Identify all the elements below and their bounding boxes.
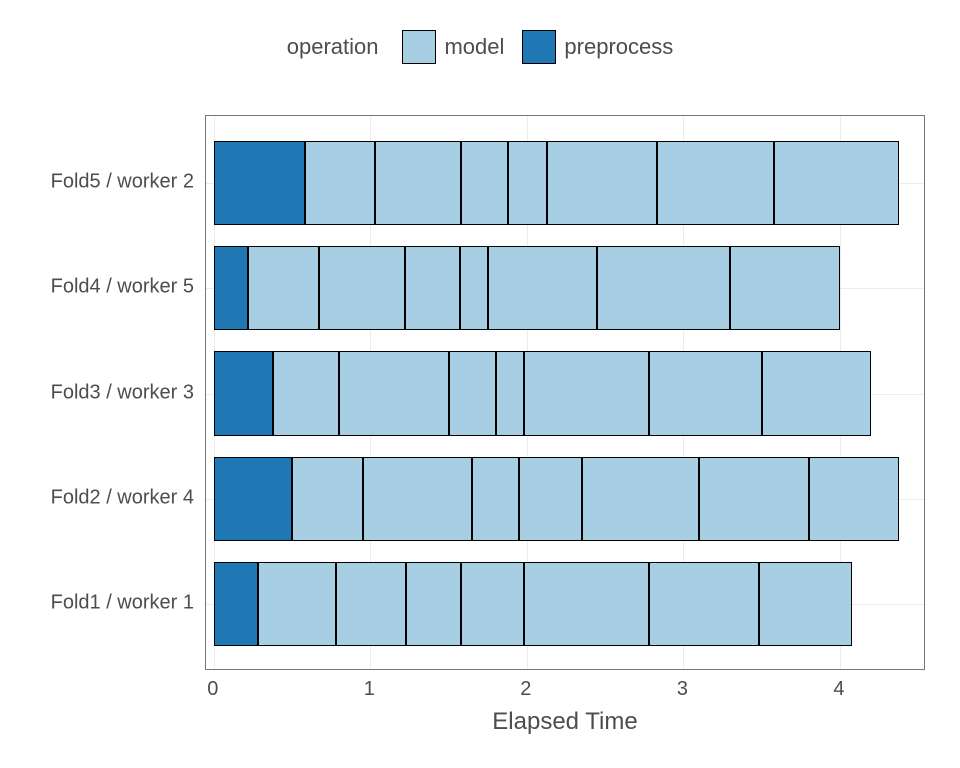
x-tick-label: 4 (833, 678, 844, 701)
segment-model (461, 141, 508, 225)
segment-model (524, 562, 649, 646)
segment-model (649, 351, 762, 435)
segment-model (248, 246, 318, 330)
x-tick-label: 3 (677, 678, 688, 701)
segment-preprocess (214, 562, 258, 646)
segment-model (730, 246, 840, 330)
segment-model (597, 246, 730, 330)
segment-model (496, 351, 524, 435)
segment-model (405, 246, 460, 330)
segment-model (258, 562, 336, 646)
legend-label: preprocess (564, 34, 673, 60)
segment-model (774, 141, 899, 225)
segment-model (524, 351, 649, 435)
segment-model (363, 457, 473, 541)
legend-label: model (444, 34, 504, 60)
segment-model (762, 351, 872, 435)
segment-model (319, 246, 405, 330)
segment-model (508, 141, 547, 225)
legend-item: model (402, 30, 504, 64)
legend-item: preprocess (522, 30, 673, 64)
segment-model (406, 562, 461, 646)
segment-preprocess (214, 141, 305, 225)
legend-swatch-preprocess (522, 30, 556, 64)
plot-panel (205, 115, 925, 670)
y-tick-label: Fold1 / worker 1 (4, 592, 194, 615)
y-tick-label: Fold3 / worker 3 (4, 381, 194, 404)
segment-model (336, 562, 406, 646)
segment-model (649, 562, 759, 646)
segment-preprocess (214, 351, 273, 435)
segment-model (472, 457, 519, 541)
segment-model (292, 457, 362, 541)
segment-model (339, 351, 449, 435)
x-axis-title: Elapsed Time (205, 708, 925, 736)
legend-title: operation (287, 34, 379, 60)
y-tick-label: Fold2 / worker 4 (4, 486, 194, 509)
segment-model (375, 141, 461, 225)
x-tick-label: 2 (520, 678, 531, 701)
y-tick-label: Fold4 / worker 5 (4, 276, 194, 299)
segment-model (461, 562, 524, 646)
segment-model (759, 562, 853, 646)
segment-model (809, 457, 900, 541)
segment-model (657, 141, 774, 225)
segment-model (488, 246, 598, 330)
y-tick-label: Fold5 / worker 2 (4, 170, 194, 193)
segment-model (273, 351, 339, 435)
segment-model (582, 457, 699, 541)
segment-model (699, 457, 809, 541)
segment-model (449, 351, 496, 435)
segment-model (305, 141, 375, 225)
segment-preprocess (214, 246, 248, 330)
legend-swatch-model (402, 30, 436, 64)
segment-preprocess (214, 457, 292, 541)
segment-model (460, 246, 488, 330)
legend: operation model preprocess (0, 30, 960, 64)
x-tick-label: 1 (364, 678, 375, 701)
segment-model (547, 141, 657, 225)
segment-model (519, 457, 582, 541)
chart-container: operation model preprocess Fold5 / worke… (0, 0, 960, 768)
x-tick-label: 0 (207, 678, 218, 701)
